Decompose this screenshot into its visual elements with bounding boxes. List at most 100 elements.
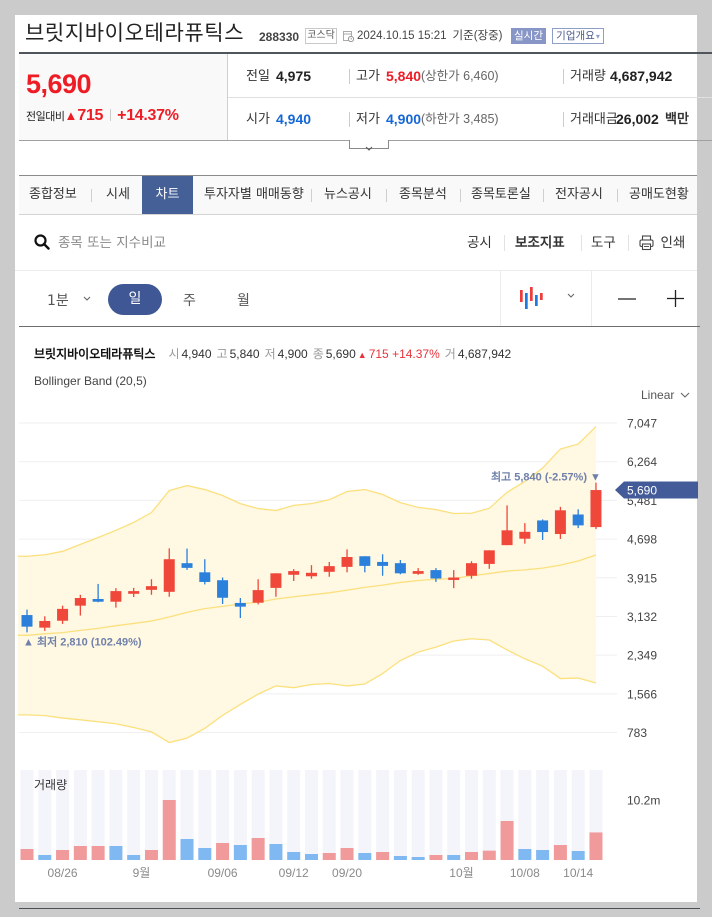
low-value: 4,900 <box>277 347 308 361</box>
chevron-down-icon <box>680 392 690 398</box>
prev-close-label: 전일 <box>246 68 270 83</box>
separator <box>628 235 629 251</box>
volume-panel-label: 거래량 <box>34 778 68 792</box>
interval-select[interactable]: 1분 <box>47 291 69 311</box>
tab-chart[interactable]: 차트 <box>142 176 193 214</box>
realtime-button[interactable]: 실시간 <box>511 28 546 44</box>
high-label: 고 <box>216 347 228 361</box>
zoom-out-minus-icon[interactable] <box>617 290 637 308</box>
tab-discussion[interactable]: 종목토론실 <box>471 176 531 214</box>
chevron-down-icon[interactable] <box>566 293 576 299</box>
compare-search-input[interactable]: 종목 또는 지수비교 <box>58 233 166 253</box>
scale-mode-label: Linear <box>641 388 675 402</box>
separator <box>617 189 618 202</box>
chart-ohlc-summary: 브릿지바이오테라퓨틱스 시 4,940 고 5,840 저 4,900 종 5,690 ▲ 715 … <box>34 345 511 364</box>
market-badge: 코스닥 <box>305 28 337 44</box>
separator <box>581 235 582 251</box>
high-value: 5,840 <box>229 347 260 361</box>
separator <box>504 235 505 251</box>
price-change: 전일대비▲715 +14.37% <box>26 106 179 126</box>
volume-label: 거 <box>444 347 456 361</box>
tab-investor-trading[interactable]: 투자자별 매매동향 <box>204 176 304 214</box>
separator <box>91 189 92 202</box>
candlestick-chart-icon[interactable] <box>518 286 546 312</box>
high-value: 5,840 <box>386 68 422 84</box>
separator <box>500 271 501 326</box>
tab-analysis[interactable]: 종목분석 <box>399 176 447 214</box>
change-label: 전일대비 <box>26 111 65 123</box>
separator <box>349 112 350 127</box>
lower-limit: (하한가 3,485) <box>421 112 499 126</box>
separator <box>311 189 312 202</box>
low-label: 저 <box>264 347 276 361</box>
separator <box>563 69 564 84</box>
close-label: 종 <box>312 347 324 361</box>
timestamp-note: 기준(장중) <box>452 30 503 42</box>
period-day-button[interactable]: 일 <box>108 284 162 315</box>
up-triangle-icon: ▲ <box>64 108 78 123</box>
chart-stock-name: 브릿지바이오테라퓨틱스 <box>34 347 156 361</box>
indicator-button[interactable]: 보조지표 <box>515 233 565 253</box>
tab-news[interactable]: 뉴스공시 <box>324 176 372 214</box>
open-label: 시가 <box>246 111 270 126</box>
separator <box>349 69 350 84</box>
disclosure-button[interactable]: 공시 <box>467 233 492 253</box>
change-amount: 715 <box>77 107 104 124</box>
change-percent: +14.37% <box>392 347 440 361</box>
period-row-divider <box>19 326 700 327</box>
print-label: 인쇄 <box>660 235 686 251</box>
zoom-in-plus-icon[interactable] <box>666 289 685 308</box>
caret-down-icon: ▾ <box>595 32 600 41</box>
tab-price[interactable]: 시세 <box>106 176 130 214</box>
low-value: 4,900 <box>386 111 422 127</box>
stock-code: 288330 <box>259 30 300 44</box>
tab-bar: 종합정보 시세 차트 투자자별 매매동향 뉴스공시 종목분석 종목토론실 전자공… <box>19 176 697 214</box>
trade-value-unit: 백만 <box>665 111 689 126</box>
company-name: 브릿지바이오테라퓨틱스 <box>25 21 245 45</box>
printer-icon <box>639 235 654 251</box>
low-label: 저가 <box>356 111 380 126</box>
scale-mode-select[interactable]: Linear <box>641 386 692 404</box>
chevron-down-icon <box>365 146 373 151</box>
tabbar-bottom-border <box>19 214 697 215</box>
chevron-down-icon[interactable] <box>82 296 92 302</box>
open-value: 4,940 <box>276 111 312 127</box>
open-label: 시 <box>168 347 180 361</box>
company-overview-button[interactable]: 기업개요▾ <box>552 28 604 44</box>
upper-limit: (상한가 6,460) <box>421 69 499 83</box>
volume-value: 4,687,942 <box>610 68 673 84</box>
company-overview-label: 기업개요 <box>556 30 595 42</box>
prev-close-value: 4,975 <box>276 68 312 84</box>
toolbar-divider <box>15 270 697 271</box>
period-month-button[interactable]: 월 <box>237 291 250 311</box>
volume-label: 거래량 <box>570 68 606 83</box>
separator <box>460 189 461 202</box>
tools-button[interactable]: 도구 <box>591 233 616 253</box>
trade-value-label: 거래대금 <box>570 111 618 126</box>
search-icon[interactable] <box>34 234 50 250</box>
tab-short-selling[interactable]: 공매도현황 <box>629 176 689 214</box>
expand-quote-button[interactable] <box>349 140 389 151</box>
print-button[interactable]: 인쇄 <box>639 234 685 254</box>
separator <box>110 109 112 121</box>
tab-disclosure[interactable]: 전자공시 <box>555 176 603 214</box>
current-price: 5,690 <box>26 69 92 99</box>
volume-value: 4,687,942 <box>457 347 512 361</box>
change-percent: +14.37% <box>117 107 179 124</box>
calendar-icon <box>343 31 354 42</box>
separator <box>543 189 544 202</box>
row-divider <box>228 97 712 98</box>
tab-overview[interactable]: 종합정보 <box>29 176 77 214</box>
period-week-button[interactable]: 주 <box>183 291 196 311</box>
separator <box>386 189 387 202</box>
timestamp-value: 2024.10.15 15:21 <box>357 30 447 42</box>
close-value: 5,690 <box>325 347 356 361</box>
timestamp: 2024.10.15 15:21 기준(장중) <box>357 28 503 44</box>
up-triangle-icon: ▲ <box>357 350 367 360</box>
trade-value: 26,002 <box>616 111 659 127</box>
separator <box>591 271 592 326</box>
high-label: 고가 <box>356 68 380 83</box>
indicator-legend[interactable]: Bollinger Band (20,5) <box>34 372 147 390</box>
open-value: 4,940 <box>181 347 212 361</box>
change-value: 715 <box>368 347 389 361</box>
